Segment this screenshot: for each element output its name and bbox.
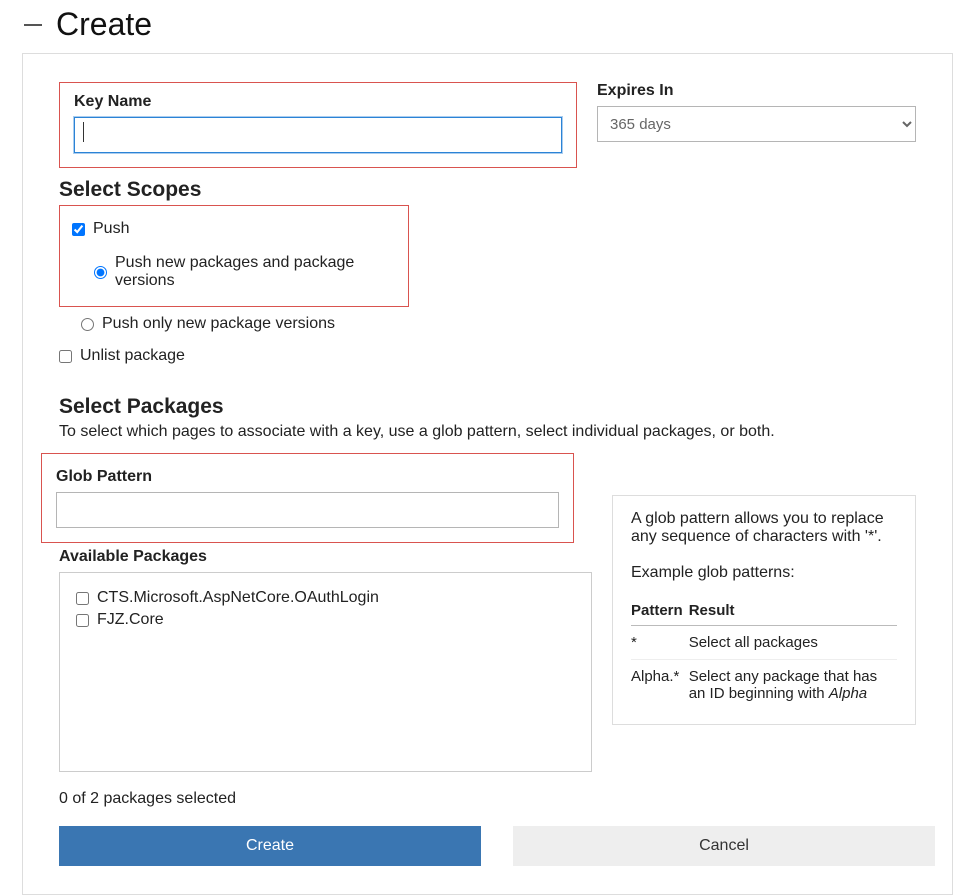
key-name-label: Key Name	[74, 93, 562, 111]
list-item[interactable]: FJZ.Core	[76, 611, 575, 629]
glob-example-table: Pattern Result * Select all packages Alp…	[631, 596, 897, 710]
table-header-pattern: Pattern	[631, 596, 689, 626]
button-row: Create Cancel	[59, 826, 916, 866]
create-panel: Key Name Expires In 365 days Select Scop…	[22, 53, 953, 895]
push-only-radio-label: Push only new package versions	[102, 315, 335, 333]
package-checkbox[interactable]	[76, 592, 89, 605]
pattern-cell: Alpha.*	[631, 660, 689, 711]
table-header-result: Result	[689, 596, 897, 626]
glob-help-text: A glob pattern allows you to replace any…	[631, 510, 897, 546]
table-row: * Select all packages	[631, 626, 897, 660]
package-checkbox[interactable]	[76, 614, 89, 627]
key-name-input[interactable]	[74, 117, 562, 153]
cancel-button[interactable]: Cancel	[513, 826, 935, 866]
package-name: CTS.Microsoft.AspNetCore.OAuthLogin	[97, 589, 379, 607]
glob-label: Glob Pattern	[56, 468, 559, 486]
unlist-row[interactable]: Unlist package	[59, 347, 916, 365]
result-cell: Select any package that has an ID beginn…	[689, 660, 897, 711]
pattern-cell: *	[631, 626, 689, 660]
push-only-radio-row[interactable]: Push only new package versions	[81, 315, 916, 333]
expires-label: Expires In	[597, 82, 916, 100]
unlist-checkbox[interactable]	[59, 350, 72, 363]
push-new-radio[interactable]	[94, 266, 107, 279]
push-checkbox-label: Push	[93, 220, 129, 238]
push-new-radio-row[interactable]: Push new packages and package versions	[94, 254, 396, 290]
packages-heading: Select Packages	[59, 395, 916, 419]
glob-example-label: Example glob patterns:	[631, 564, 897, 582]
key-name-group: Key Name	[59, 82, 577, 168]
glob-input[interactable]	[56, 492, 559, 528]
available-packages-list: CTS.Microsoft.AspNetCore.OAuthLogin FJZ.…	[59, 572, 592, 772]
available-packages-label: Available Packages	[59, 548, 574, 566]
expires-select[interactable]: 365 days	[597, 106, 916, 142]
glob-help-panel: A glob pattern allows you to replace any…	[612, 495, 916, 725]
selected-count: 0 of 2 packages selected	[59, 790, 916, 808]
packages-section: Select Packages To select which pages to…	[59, 395, 916, 866]
packages-sub: To select which pages to associate with …	[59, 423, 916, 441]
push-checkbox-row[interactable]: Push	[72, 220, 396, 238]
scopes-section: Select Scopes Push Push new packages and…	[59, 178, 916, 365]
glob-group: Glob Pattern	[41, 453, 574, 543]
scopes-heading: Select Scopes	[59, 178, 916, 202]
list-item[interactable]: CTS.Microsoft.AspNetCore.OAuthLogin	[76, 589, 575, 607]
table-row: Alpha.* Select any package that has an I…	[631, 660, 897, 711]
package-name: FJZ.Core	[97, 611, 164, 629]
collapse-icon[interactable]	[24, 24, 42, 26]
unlist-checkbox-label: Unlist package	[80, 347, 185, 365]
create-button[interactable]: Create	[59, 826, 481, 866]
page-title: Create	[56, 6, 152, 43]
push-new-radio-label: Push new packages and package versions	[115, 254, 396, 290]
push-checkbox[interactable]	[72, 223, 85, 236]
scopes-highlight: Push Push new packages and package versi…	[59, 205, 409, 307]
page-header: Create	[0, 6, 975, 49]
result-cell: Select all packages	[689, 626, 897, 660]
push-only-radio[interactable]	[81, 318, 94, 331]
